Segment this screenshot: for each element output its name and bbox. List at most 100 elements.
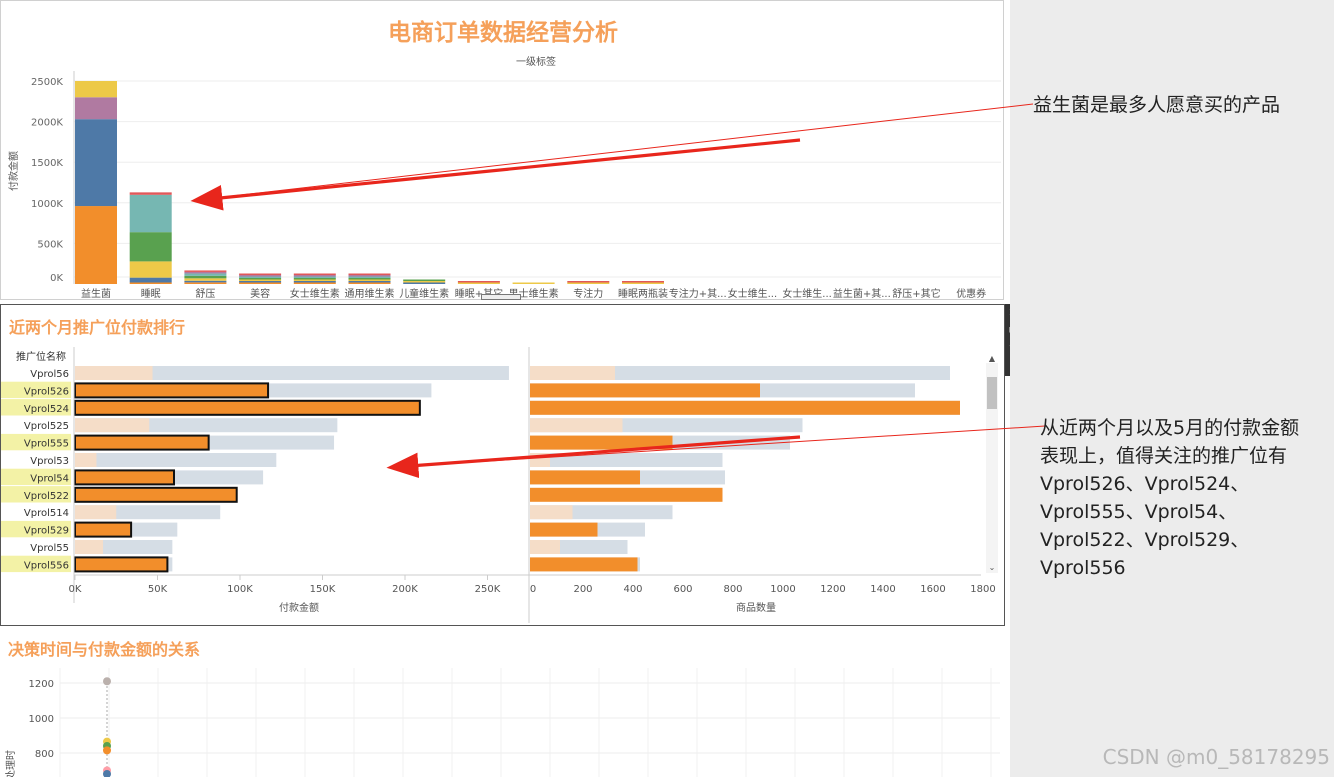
scatter-point[interactable]	[103, 677, 111, 686]
bar-segment[interactable]	[239, 275, 282, 277]
bar-segment[interactable]	[293, 276, 336, 279]
amount-bar-may[interactable]	[74, 556, 169, 573]
amount-bar-may[interactable]	[74, 434, 210, 451]
bar-segment[interactable]	[129, 261, 172, 278]
quantity-bar-may[interactable]	[530, 505, 573, 520]
quantity-bar-may[interactable]	[530, 487, 723, 502]
bar-segment[interactable]	[293, 279, 336, 282]
promotion-ranking-chart[interactable]: 推广位名称 Vprol56 Vprol526 Vprol524 Vprol525 Vpr…	[1, 305, 1004, 625]
quantity-bar-may[interactable]	[530, 366, 615, 380]
x-tick-label: 美容	[250, 287, 270, 299]
bar-segment[interactable]	[293, 281, 336, 283]
bar-segment[interactable]	[75, 119, 117, 207]
bar-segment[interactable]	[567, 282, 610, 285]
amount-bar-may[interactable]	[75, 505, 117, 520]
bar-segment[interactable]	[129, 192, 172, 195]
bar-segment[interactable]	[457, 281, 500, 283]
bar-segment[interactable]	[567, 281, 610, 283]
amount-bar-may[interactable]	[75, 366, 153, 380]
bar-segment[interactable]	[512, 282, 555, 285]
amount-bar-may[interactable]	[75, 418, 150, 433]
bar-segment[interactable]	[403, 279, 446, 282]
category-stacked-bar-chart[interactable]: 一级标签 付款金额 2500K 2000K 1500K 1000K 500K 0K 益生菌…	[1, 1, 1003, 299]
row-label[interactable]: Vprol529	[24, 526, 69, 537]
amount-bar-may[interactable]	[75, 453, 97, 467]
row-label[interactable]: Vprol55	[30, 543, 69, 554]
scrollbar-thumb[interactable]	[987, 377, 997, 409]
bar-segment[interactable]	[348, 276, 391, 279]
bar-segment[interactable]	[293, 282, 336, 285]
amount-bar-may[interactable]	[74, 469, 175, 486]
bar-segment[interactable]	[184, 282, 227, 284]
row-label[interactable]: Vprol556	[24, 560, 69, 571]
quantity-bar-may[interactable]	[530, 435, 673, 450]
amount-bar-total[interactable]	[75, 453, 277, 467]
bar-segment[interactable]	[75, 97, 117, 120]
bar-segment[interactable]	[129, 277, 172, 283]
bar-segment[interactable]	[239, 276, 282, 279]
quantity-bar-may[interactable]	[530, 400, 960, 415]
bar-segment[interactable]	[75, 206, 117, 284]
bar-segment[interactable]	[403, 281, 446, 283]
bar-segment[interactable]	[293, 275, 336, 277]
row-label[interactable]: Vprol522	[24, 491, 69, 502]
bar-segment[interactable]	[184, 273, 227, 276]
bar-segment[interactable]	[622, 281, 664, 283]
row-label[interactable]: Vprol54	[30, 473, 69, 484]
bar-segment[interactable]	[239, 281, 282, 283]
bar-segment[interactable]	[348, 275, 391, 277]
scroll-down-icon[interactable]: ⌄	[989, 563, 996, 572]
bar-segment[interactable]	[348, 278, 391, 280]
bar-segment[interactable]	[75, 81, 117, 98]
bar-segment[interactable]	[348, 273, 391, 276]
bar-segment[interactable]	[348, 279, 391, 282]
row-label[interactable]: Vprol514	[24, 508, 69, 519]
quantity-bar-may[interactable]	[530, 383, 760, 398]
row-label[interactable]: Vprol525	[24, 421, 69, 432]
bar-segment[interactable]	[348, 282, 391, 285]
quantity-bar-may[interactable]	[530, 418, 623, 433]
quantity-bar-may[interactable]	[530, 522, 598, 537]
row-label[interactable]: Vprol524	[24, 404, 69, 415]
quantity-bar-total[interactable]	[530, 453, 723, 467]
scroll-up-icon[interactable]: ▲	[989, 354, 996, 363]
y-tick-label: 1000	[29, 714, 54, 725]
amount-bar-may[interactable]	[74, 382, 270, 399]
y-tick-label: 500K	[37, 239, 63, 250]
bar-segment[interactable]	[129, 282, 172, 285]
row-label[interactable]: Vprol555	[24, 439, 69, 450]
bar-segment[interactable]	[239, 282, 282, 285]
row-label[interactable]: Vprol526	[24, 386, 69, 397]
bar-segment[interactable]	[184, 278, 227, 281]
scatter-point[interactable]	[103, 746, 111, 755]
bar-segment[interactable]	[129, 194, 172, 233]
quantity-bar-may[interactable]	[530, 470, 640, 485]
amount-bar-may[interactable]	[74, 399, 421, 416]
bar-segment[interactable]	[293, 273, 336, 276]
row-label[interactable]: Vprol56	[30, 369, 69, 380]
bar-segment[interactable]	[184, 270, 227, 272]
amount-bar-may[interactable]	[75, 540, 104, 554]
x-tick-label: 400	[623, 584, 642, 595]
decision-time-scatter-chart[interactable]: 处理时 1200 1000 800	[0, 630, 1003, 777]
bar-segment[interactable]	[184, 271, 227, 274]
bar-segment[interactable]	[293, 278, 336, 280]
quantity-bar-may[interactable]	[530, 540, 560, 554]
bar-segment[interactable]	[184, 280, 227, 283]
quantity-bar-may[interactable]	[530, 453, 550, 467]
bar-segment[interactable]	[239, 278, 282, 280]
bar-segment[interactable]	[457, 282, 500, 285]
bar-segment[interactable]	[239, 273, 282, 276]
bar-segment[interactable]	[239, 279, 282, 282]
quantity-bar-may[interactable]	[530, 557, 638, 572]
amount-bar-may[interactable]	[74, 521, 133, 538]
bar-segment[interactable]	[184, 275, 227, 279]
bar-segment[interactable]	[129, 232, 172, 262]
y-axis-label: 处理时	[5, 750, 17, 777]
resize-handle[interactable]	[481, 294, 521, 300]
bar-segment[interactable]	[622, 282, 664, 285]
row-label[interactable]: Vprol53	[30, 456, 69, 467]
bar-segment[interactable]	[348, 281, 391, 283]
amount-bar-may[interactable]	[74, 486, 238, 503]
bar-segment[interactable]	[403, 282, 446, 285]
